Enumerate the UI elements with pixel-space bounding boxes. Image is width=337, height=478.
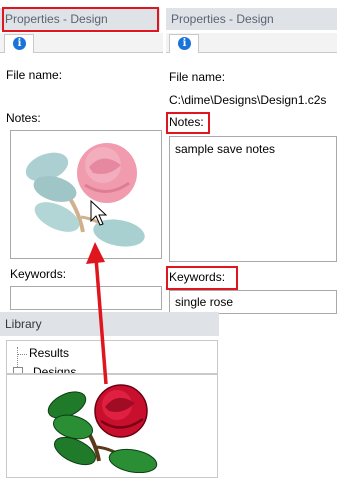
red-arrow-annotation bbox=[86, 242, 108, 385]
